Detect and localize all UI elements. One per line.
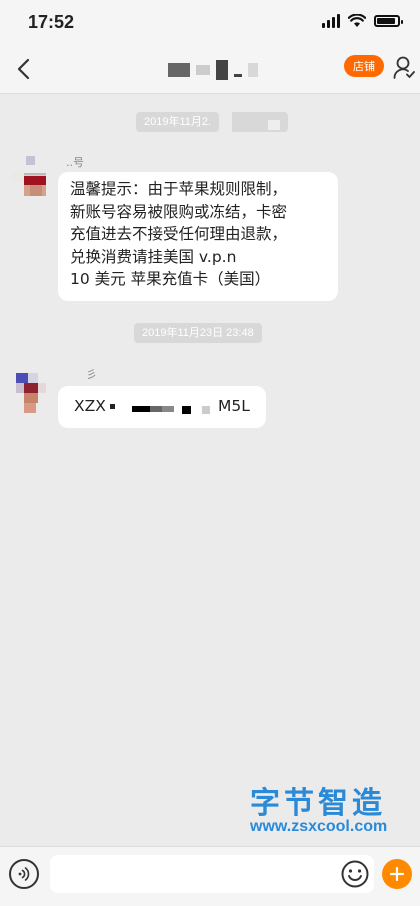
plus-icon — [389, 866, 405, 882]
redeem-code-prefix: XZX — [74, 397, 106, 415]
voice-icon — [18, 867, 30, 881]
redacted-title-block — [196, 65, 210, 75]
redacted-title-block — [216, 60, 228, 80]
page-title — [162, 60, 258, 80]
watermark: 字节智造 www.zsxcool.com — [250, 778, 420, 840]
message-line: 兑换消费请挂美国 v.p.n — [70, 247, 237, 266]
avatar[interactable] — [8, 156, 48, 196]
watermark-url: www.zsxcool.com — [250, 818, 388, 835]
back-button[interactable] — [8, 54, 38, 84]
message-bubble[interactable]: 温馨提示：由于苹果规则限制， 新账号容易被限购或冻结，卡密 充值进去不接受任何理… — [58, 172, 338, 301]
shop-button[interactable]: 店铺 — [344, 55, 384, 77]
redacted-code-block — [110, 404, 115, 409]
chat-header: 店铺 — [0, 46, 420, 94]
sender-name: 彡 — [86, 368, 97, 381]
cellular-signal-icon — [322, 14, 340, 28]
redacted-timestamp-block — [268, 120, 280, 130]
add-button[interactable] — [382, 859, 412, 889]
message-bubble[interactable]: XZX M5L — [58, 386, 266, 428]
redacted-code-block — [202, 406, 210, 414]
avatar-image — [12, 156, 48, 196]
redeem-code-suffix: M5L — [218, 397, 250, 415]
wifi-icon — [348, 14, 366, 27]
status-icons — [322, 14, 403, 28]
redacted-code-block — [182, 406, 191, 414]
watermark-title: 字节智造 — [250, 786, 386, 821]
avatar[interactable] — [8, 370, 46, 413]
message-timestamp: 2019年11月23日 23:48 — [134, 323, 262, 343]
sender-name: ..号 — [66, 156, 84, 169]
input-bar — [0, 846, 420, 906]
redacted-code-block — [162, 406, 174, 412]
redacted-title-block — [248, 63, 258, 77]
status-time: 17:52 — [28, 12, 75, 32]
redacted-code-block — [132, 406, 150, 412]
message-line: 充值进去不接受任何理由退款， — [70, 225, 288, 244]
message-line: 新账号容易被限购或冻结，卡密 — [70, 202, 288, 221]
message-line: 10 美元 苹果充值卡（美国） — [70, 270, 271, 289]
voice-button[interactable] — [9, 859, 39, 889]
avatar-image — [16, 373, 46, 413]
redacted-code-block — [150, 406, 162, 412]
message-input[interactable] — [50, 855, 374, 893]
status-bar: 17:52 — [0, 0, 420, 46]
user-profile-icon[interactable] — [393, 56, 415, 80]
battery-icon — [374, 15, 403, 27]
redacted-title-block — [168, 63, 190, 77]
redacted-title-block — [234, 73, 242, 77]
chevron-left-icon — [17, 58, 30, 80]
message-timestamp: 2019年11月2. — [136, 112, 220, 132]
message-line: 温馨提示：由于苹果规则限制， — [70, 180, 288, 198]
emoji-icon[interactable] — [340, 859, 370, 889]
